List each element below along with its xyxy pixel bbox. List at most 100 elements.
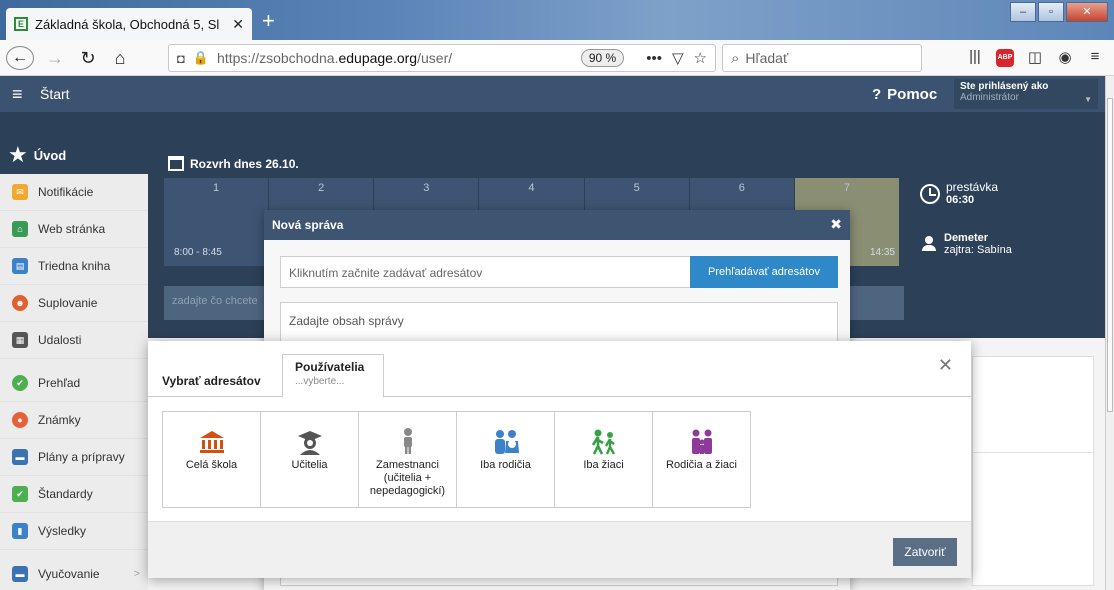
minimize-icon[interactable]: – <box>1010 2 1036 22</box>
recipient-tile[interactable]: Učitelia <box>260 411 359 508</box>
sidebar-item[interactable]: ▬ Vyučovanie > <box>0 556 148 590</box>
sidebar-item[interactable]: ▮ Výsledky <box>0 513 148 550</box>
envelope-icon: ✉ <box>12 184 28 200</box>
sidebar-item[interactable]: ✔ Prehľad <box>0 365 148 402</box>
window-controls: – ▫ ✕ <box>1008 2 1108 22</box>
tile-label: Celá škola <box>185 459 238 471</box>
maximize-icon[interactable]: ▫ <box>1038 2 1064 22</box>
browser-tab[interactable]: E Základná škola, Obchodná 5, Sl ✕ <box>6 8 252 40</box>
duty-info: Demeter zajtra: Sabína <box>922 232 1012 256</box>
sidebar-item-label: Výsledky <box>38 524 87 538</box>
lock-icon[interactable]: 🔒 <box>193 50 209 66</box>
bookmark-star-icon[interactable]: ☆ <box>694 49 707 67</box>
close-icon[interactable]: ✕ <box>938 355 953 376</box>
tile-label: Zamestnanci (učitelia + nepedagogickí) <box>369 459 446 497</box>
adblock-icon[interactable]: ABP <box>990 46 1020 67</box>
sidebar-item[interactable]: ▦ Udalosti <box>0 322 148 359</box>
tab-users[interactable]: Používatelia ...vyberte... <box>282 354 384 398</box>
page-scrollbar[interactable] <box>1105 76 1114 590</box>
employee-icon <box>359 425 456 455</box>
window-close-icon[interactable]: ✕ <box>1066 2 1108 22</box>
sidebar-item[interactable]: ▬ Plány a prípravy <box>0 439 148 476</box>
sidebar-item-label: Triedna kniha <box>38 259 111 273</box>
schedule-period[interactable]: 1 8:00 - 8:45 <box>164 178 270 266</box>
back-icon[interactable]: ← <box>6 46 34 70</box>
browser-nav-bar: ← → ↻ ⌂ ◘ 🔒 https://zsobchodna.edupage.o… <box>0 40 1114 76</box>
page-actions-icon[interactable]: ••• <box>646 50 662 67</box>
school-building-icon <box>163 425 260 455</box>
tile-label: Iba žiaci <box>583 459 624 471</box>
sidebar-item-label: Prehľad <box>38 376 81 390</box>
tile-label: Iba rodičia <box>480 459 531 471</box>
picker-header: Vybrať adresátov Používatelia ...vyberte… <box>148 341 971 398</box>
dashboard-search-button[interactable] <box>850 286 904 320</box>
new-tab-icon[interactable]: + <box>262 10 275 32</box>
recipients-input[interactable]: Kliknutím začnite zadávať adresátov <box>280 256 692 288</box>
tile-label: Rodičia a žiaci <box>666 459 737 471</box>
new-message-header: Nová správa ✖ <box>264 210 850 240</box>
hamburger-menu-icon[interactable]: ≡ <box>1080 48 1110 65</box>
sidebar-item[interactable]: ✔ Štandardy <box>0 476 148 513</box>
sidebar-item[interactable]: ▤ Triedna kniha <box>0 248 148 285</box>
check-circle-icon: ✔ <box>12 375 28 391</box>
help-link[interactable]: ? Pomoc <box>872 86 943 103</box>
home-icon: ⌂ <box>12 221 28 237</box>
grade-icon: ● <box>12 412 28 428</box>
tab-close-icon[interactable]: ✕ <box>232 16 244 33</box>
calendar-icon: ▦ <box>12 332 28 348</box>
students-icon <box>555 425 652 455</box>
reload-icon[interactable]: ↻ <box>76 46 100 70</box>
picker-footer: Zatvoriť <box>148 521 971 578</box>
sidebar-item-label: Notifikácie <box>38 185 94 199</box>
sidebar-item-label: Suplovanie <box>38 296 98 310</box>
account-icon[interactable]: ◉ <box>1050 48 1080 66</box>
schedule-title[interactable]: Rozvrh dnes 26.10. <box>168 156 299 171</box>
start-link[interactable]: Štart <box>40 86 70 102</box>
recipient-tile[interactable]: Iba rodičia <box>456 411 555 508</box>
toolbar-icons: ||| ABP ◫ ◉ ≡ <box>960 46 1110 67</box>
close-icon[interactable]: ✖ <box>830 216 842 233</box>
sidebar-item-label: Plány a prípravy <box>38 450 125 464</box>
sidebar: ★ Úvod ✉ Notifikácie ⌂ Web stránka ▤ Triedna … <box>0 136 148 590</box>
home-icon[interactable]: ⌂ <box>108 46 132 70</box>
sidebar-toggle-icon[interactable]: ◫ <box>1020 48 1050 66</box>
sidebar-item[interactable]: ⌂ Web stránka <box>0 211 148 248</box>
tab-title: Základná škola, Obchodná 5, Sl <box>35 16 220 32</box>
app-header: ≡ Štart ? Pomoc Ste prihlásený ako Admini… <box>0 76 1105 136</box>
person-icon <box>922 236 936 251</box>
recipient-tile[interactable]: Iba žiaci <box>554 411 653 508</box>
search-input[interactable]: ⌕ Hľadať <box>722 44 922 72</box>
sidebar-item[interactable]: ● Známky <box>0 402 148 439</box>
pocket-icon[interactable]: ▽ <box>672 49 684 67</box>
person-swap-icon: ☻ <box>12 295 28 311</box>
sidebar-item-label: Známky <box>38 413 81 427</box>
user-menu[interactable]: Ste prihlásený ako Administrátor ▼ <box>954 79 1098 109</box>
url-bar[interactable]: ◘ 🔒 https://zsobchodna.edupage.org/user/… <box>168 44 716 72</box>
browse-recipients-button[interactable]: Prehľadávať adresátov <box>690 256 838 288</box>
clock-icon <box>920 184 940 204</box>
break-info: prestávka 06:30 <box>920 180 998 206</box>
close-button[interactable]: Zatvoriť <box>893 538 957 566</box>
question-icon: ? <box>872 86 882 103</box>
library-icon[interactable]: ||| <box>960 48 990 65</box>
dashboard-search-input[interactable]: zadajte čo chcete <box>164 286 274 320</box>
tracking-shield-icon[interactable]: ◘ <box>177 51 185 66</box>
zoom-level[interactable]: 90 % <box>580 49 625 67</box>
url-text: https://zsobchodna.edupage.org/user/ <box>217 50 453 66</box>
folder-icon: ▬ <box>12 449 28 465</box>
picker-title: Vybrať adresátov <box>162 374 261 388</box>
recipient-tile[interactable]: Rodičia a žiaci <box>652 411 751 508</box>
family-icon <box>653 425 750 455</box>
menu-icon[interactable]: ≡ <box>12 85 23 103</box>
recipient-group-tiles: Celá škola Učitelia Zamestnanci (učitelia … <box>162 411 751 508</box>
edupage-favicon-icon: E <box>14 17 28 31</box>
recipient-tile[interactable]: Celá škola <box>162 411 261 508</box>
sidebar-item[interactable]: ☻ Suplovanie <box>0 285 148 322</box>
recipient-tile[interactable]: Zamestnanci (učitelia + nepedagogickí) <box>358 411 457 508</box>
teaching-icon: ▬ <box>12 566 28 582</box>
sidebar-item-uvod[interactable]: ★ Úvod <box>0 136 148 174</box>
sidebar-item[interactable]: ✉ Notifikácie <box>0 174 148 211</box>
search-icon: ⌕ <box>731 49 740 67</box>
forward-icon[interactable]: → <box>44 46 66 70</box>
select-recipients-dialog: Vybrať adresátov Používatelia ...vyberte… <box>148 341 971 578</box>
